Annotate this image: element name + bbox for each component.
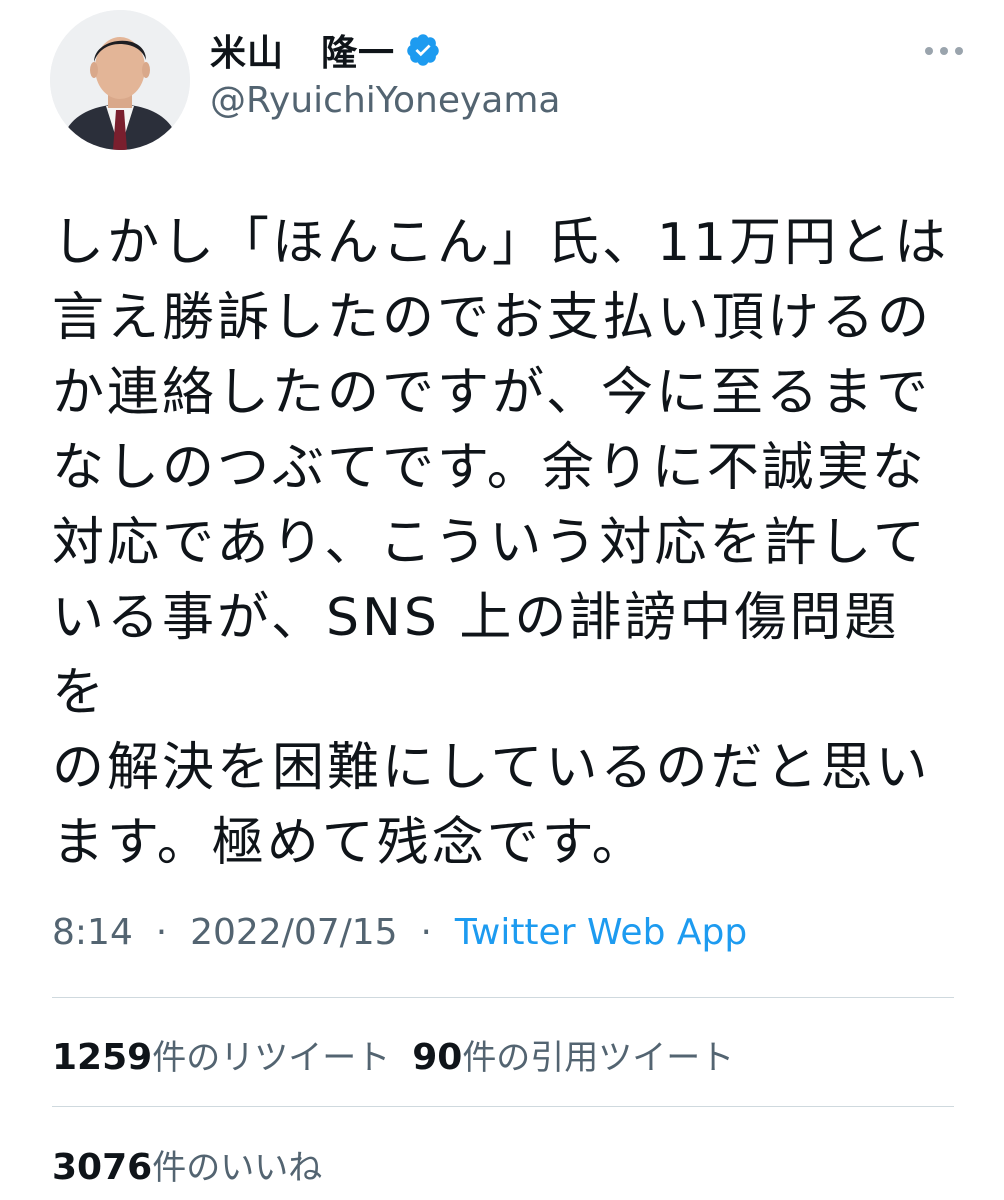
divider xyxy=(52,1106,954,1107)
meta-separator: · xyxy=(144,912,179,953)
more-horizontal-icon xyxy=(925,47,933,55)
more-horizontal-icon-dot xyxy=(940,47,948,55)
retweets-label: 件のリツイート xyxy=(152,1038,391,1078)
quotes-label: 件の引用ツイート xyxy=(462,1038,735,1078)
tweet-date[interactable]: 2022/07/15 xyxy=(190,912,398,953)
retweets-stat[interactable]: 1259件のリツイート xyxy=(52,1030,390,1079)
more-options-button[interactable] xyxy=(914,36,974,66)
tweet-source-link[interactable]: Twitter Web App xyxy=(455,912,747,953)
author-handle[interactable]: @RyuichiYoneyama xyxy=(210,80,560,121)
tweet-detail: 米山 隆一 @RyuichiYoneyama しかし「ほんこん」氏、11万円とは… xyxy=(0,0,1004,1200)
meta-separator: · xyxy=(409,912,444,953)
divider xyxy=(52,997,954,998)
likes-count: 3076 xyxy=(52,1147,153,1188)
more-horizontal-icon-dot xyxy=(955,47,963,55)
likes-stat[interactable]: 3076件のいいね xyxy=(52,1140,322,1189)
likes-label: 件のいいね xyxy=(152,1148,323,1188)
tweet-time[interactable]: 8:14 xyxy=(52,912,133,953)
retweets-count: 1259 xyxy=(52,1037,153,1078)
avatar[interactable] xyxy=(50,10,190,150)
display-name[interactable]: 米山 隆一 xyxy=(210,24,395,76)
avatar-photo-icon xyxy=(50,10,190,150)
author-name-row[interactable]: 米山 隆一 xyxy=(210,26,441,74)
quote-tweets-stat[interactable]: 90件の引用ツイート xyxy=(412,1030,734,1079)
likes-stats-row: 3076件のいいね xyxy=(52,1140,322,1189)
tweet-meta: 8:14 · 2022/07/15 · Twitter Web App xyxy=(52,912,747,953)
tweet-text: しかし「ほんこん」氏、11万円とは 言え勝訴したのでお支払い頂けるの か連絡した… xyxy=(52,213,950,873)
quotes-count: 90 xyxy=(412,1037,463,1078)
verified-badge-icon xyxy=(407,34,439,66)
share-stats-row: 1259件のリツイート 90件の引用ツイート xyxy=(52,1030,734,1079)
